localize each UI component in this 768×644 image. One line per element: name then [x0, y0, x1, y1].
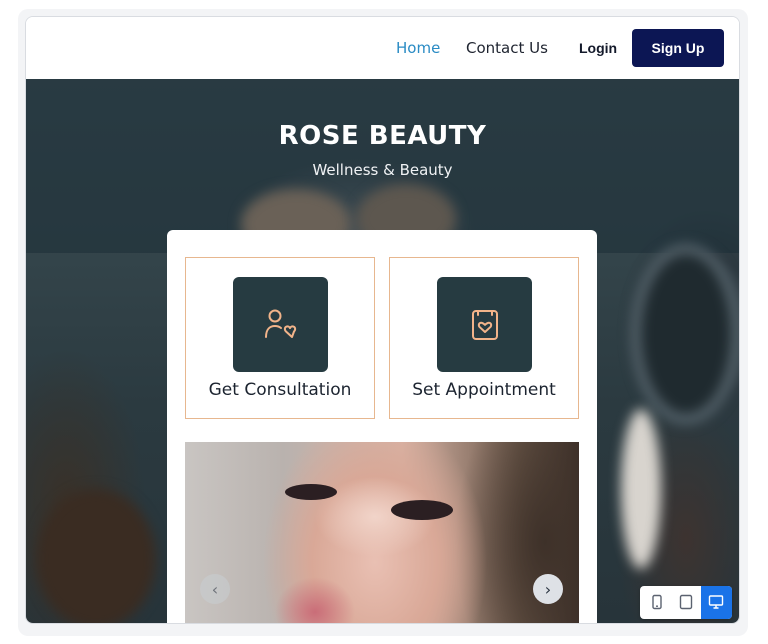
hero-subtitle: Wellness & Beauty [312, 161, 453, 179]
hero-decor-mirror [631, 244, 739, 424]
chevron-right-icon[interactable]: › [533, 574, 563, 604]
login-link[interactable]: Login [579, 40, 617, 56]
site-preview-frame: Home Contact Us Login Sign Up ROSE BEAUT… [25, 16, 740, 624]
photo-detail [391, 500, 453, 520]
hero-decor-bottle [621, 409, 661, 569]
site-header: Home Contact Us Login Sign Up [26, 17, 739, 79]
nav-contact-link[interactable]: Contact Us [466, 39, 548, 57]
hero-decor-palette [36, 489, 156, 623]
nav-home-link[interactable]: Home [396, 39, 440, 57]
tablet-view-button[interactable] [671, 586, 701, 619]
appointment-icon-box [437, 277, 532, 372]
signup-button[interactable]: Sign Up [632, 29, 724, 67]
desktop-icon [708, 595, 724, 609]
appointment-card[interactable]: Set Appointment [389, 257, 579, 419]
calendar-heart-icon [472, 310, 498, 340]
mobile-view-button[interactable] [642, 586, 672, 619]
consultation-icon-box [233, 277, 328, 372]
device-preview-toggle [640, 586, 732, 619]
desktop-view-button[interactable] [701, 586, 732, 619]
chevron-left-icon[interactable]: ‹ [200, 574, 230, 604]
consultation-card[interactable]: Get Consultation [185, 257, 375, 419]
consultation-label: Get Consultation [208, 380, 352, 400]
hero-section: ROSE BEAUTY Wellness & Beauty Get Consul… [26, 79, 739, 623]
services-panel: Get Consultation Set Appointment ‹ › [167, 230, 597, 623]
photo-detail [285, 484, 337, 500]
mobile-icon [652, 594, 662, 610]
carousel-image: ‹ › [185, 442, 579, 623]
hero-title: ROSE BEAUTY [278, 121, 487, 151]
user-heart-icon [265, 309, 297, 338]
tablet-icon [679, 594, 693, 610]
appointment-label: Set Appointment [412, 380, 556, 400]
